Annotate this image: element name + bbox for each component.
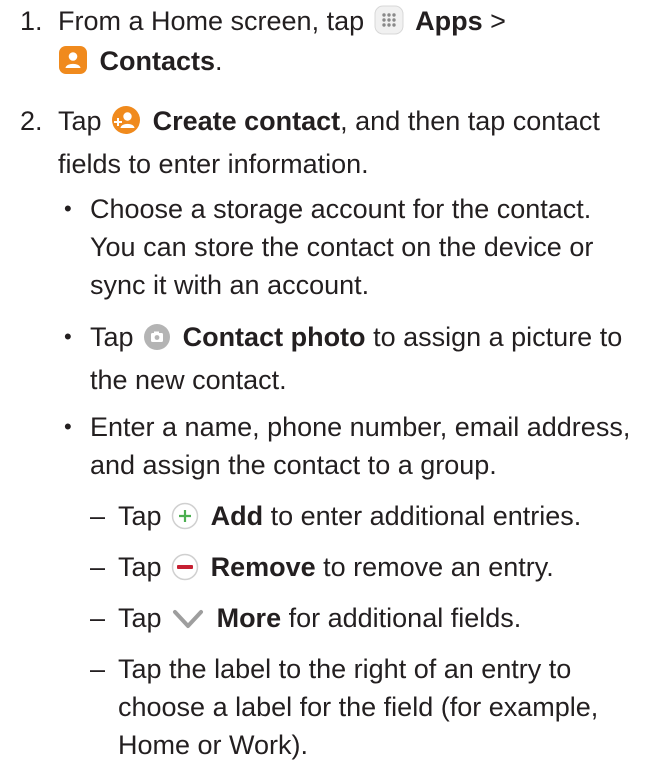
bullet-contact-photo: • Tap Contact photo to assign a picture … — [64, 322, 623, 395]
step-number: 1. — [20, 6, 43, 36]
add-label: Add — [210, 501, 264, 531]
contact-photo-label: Contact photo — [182, 322, 366, 352]
bullet-storage-account: • Choose a storage account for the conta… — [64, 194, 594, 300]
camera-icon — [143, 323, 171, 361]
apps-label: Apps — [415, 6, 483, 36]
contacts-app-icon — [58, 45, 88, 85]
step-text: From a Home screen, tap — [58, 6, 365, 36]
step-1: 1. From a Home screen, tap Apps > Contac… — [20, 2, 660, 80]
bullet-enter-details: • Enter a name, phone number, email addr… — [64, 412, 631, 480]
minus-circle-icon — [171, 553, 199, 591]
subitem-field-label: – Tap the label to the right of an entry… — [90, 654, 599, 760]
contacts-label: Contacts — [99, 46, 216, 76]
subitem-more: – Tap More for additional fields. — [90, 599, 665, 642]
instruction-page: 1. From a Home screen, tap Apps > Contac… — [0, 0, 671, 769]
separator: > — [490, 6, 506, 36]
more-label: More — [216, 603, 282, 633]
create-contact-label: Create contact — [152, 106, 341, 136]
subitem-remove: – Tap Remove to remove an entry. — [90, 548, 665, 591]
chevron-down-icon — [171, 604, 205, 642]
plus-circle-icon — [171, 502, 199, 540]
create-contact-icon — [111, 105, 141, 145]
step-2: 2. Tap Create contact, and then tap cont… — [20, 102, 660, 183]
apps-grid-icon — [374, 5, 404, 45]
remove-label: Remove — [210, 552, 316, 582]
subitem-add: – Tap Add to enter additional entries. — [90, 497, 665, 540]
step-number: 2. — [20, 106, 43, 136]
